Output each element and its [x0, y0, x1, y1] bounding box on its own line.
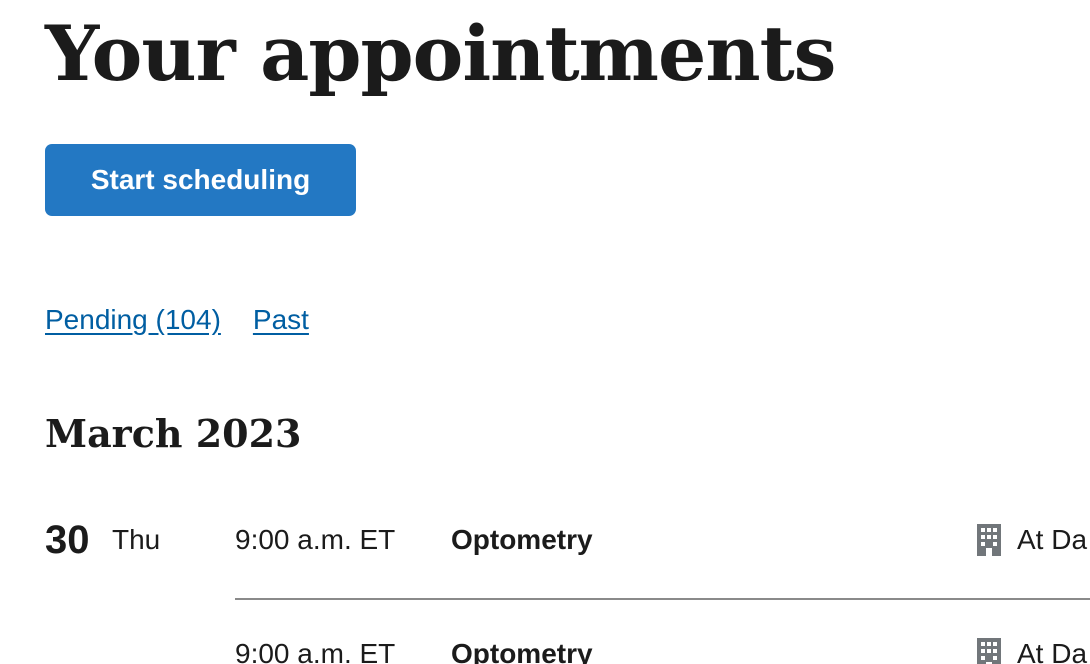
appointment-location-text: At Da — [1017, 638, 1088, 664]
building-icon — [977, 524, 1001, 556]
appointment-location-text: At Da — [1017, 524, 1088, 555]
appointment-location: At Da — [975, 520, 1087, 560]
appointment-location: At Da — [975, 634, 1087, 664]
row-divider — [235, 598, 1090, 600]
appointment-time: 9:00 a.m. ET — [235, 524, 396, 555]
day-name: Thu — [112, 524, 161, 555]
appointment-tabs: Pending (104) Past — [45, 300, 309, 340]
appointment-type: Optometry — [451, 524, 593, 555]
appointment-type: Optometry — [451, 638, 593, 664]
page-title: Your appointments — [45, 9, 836, 98]
appointments-page: Your appointments Start scheduling Pendi… — [0, 0, 1090, 664]
appointment-row[interactable]: 9:00 a.m. ET Optometry At Da — [235, 634, 1090, 664]
building-icon — [977, 638, 1001, 664]
tab-pending[interactable]: Pending (104) — [45, 300, 221, 340]
appointment-row[interactable]: 9:00 a.m. ET Optometry At Da — [235, 520, 1090, 560]
month-heading: March 2023 — [45, 411, 302, 456]
day-number: 30 — [45, 518, 90, 562]
appointment-time: 9:00 a.m. ET — [235, 638, 396, 664]
start-scheduling-button[interactable]: Start scheduling — [45, 144, 356, 216]
tab-past[interactable]: Past — [253, 300, 309, 340]
